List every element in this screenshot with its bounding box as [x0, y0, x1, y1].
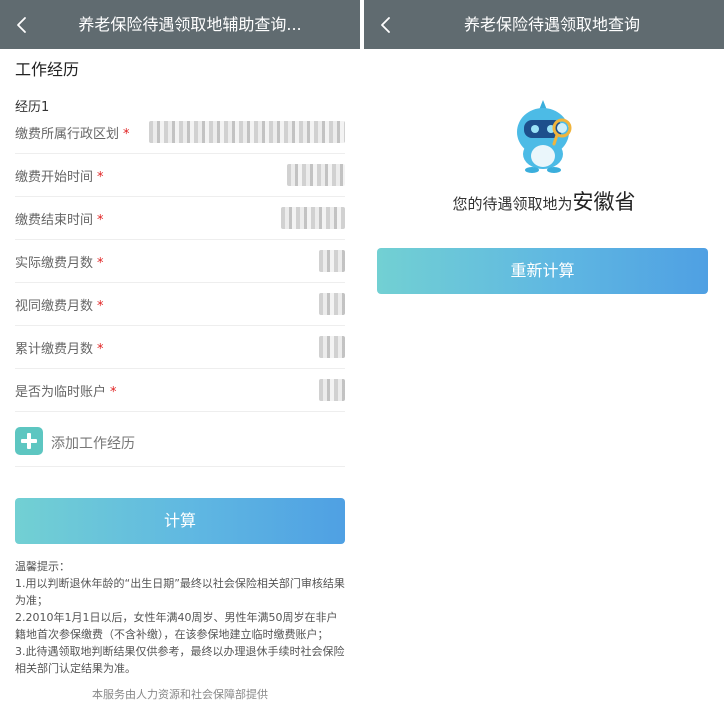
tip-item: 1.用以判断退休年龄的“出生日期”最终以社会保险相关部门审核结果为准；: [15, 577, 345, 607]
field-value-obscured: [319, 250, 345, 272]
recalculate-button[interactable]: 重新计算: [377, 248, 708, 294]
chevron-left-icon: [381, 17, 390, 33]
field-label: 缴费所属行政区划: [15, 127, 120, 142]
field-label: 是否为临时账户: [15, 385, 107, 400]
left-screen: 养老保险待遇领取地辅助查询... 工作经历 经历1 缴费所属行政区划 * 缴费开始…: [0, 0, 360, 728]
result-text: 您的待遇领取地为安徽省: [364, 186, 724, 216]
right-screen: 养老保险待遇领取地查询 您的待遇领取地为安徽省 重新计算: [364, 0, 724, 728]
result-province: 安徽省: [572, 190, 636, 214]
plus-square-icon: [15, 427, 43, 455]
field-deemed-months[interactable]: 视同缴费月数 *: [15, 283, 345, 326]
field-end-time[interactable]: 缴费结束时间 *: [15, 197, 345, 240]
tip-item: 2.2010年1月1日以后，女性年满40周岁、男性年满50周岁在非户籍地首次参保…: [15, 611, 338, 641]
left-header: 养老保险待遇领取地辅助查询...: [0, 0, 360, 49]
field-total-months[interactable]: 累计缴费月数 *: [15, 326, 345, 369]
tips-heading: 温馨提示：: [15, 560, 70, 573]
field-temp-account[interactable]: 是否为临时账户 *: [15, 369, 345, 412]
section-title: 工作经历: [15, 60, 80, 79]
result-prefix: 您的待遇领取地为: [452, 195, 573, 213]
required-mark: *: [97, 342, 104, 357]
field-label: 缴费开始时间: [15, 170, 94, 185]
field-value-obscured: [319, 293, 345, 315]
add-work-history-label: 添加工作经历: [51, 436, 135, 452]
add-work-history-button[interactable]: 添加工作经历: [15, 421, 345, 467]
field-admin-region[interactable]: 缴费所属行政区划 *: [15, 111, 345, 154]
page-title: 养老保险待遇领取地辅助查询...: [78, 15, 302, 34]
page-title: 养老保险待遇领取地查询: [463, 15, 640, 34]
calculate-button[interactable]: 计算: [15, 498, 345, 544]
field-value-obscured: [319, 379, 345, 401]
required-mark: *: [110, 385, 117, 400]
required-mark: *: [123, 127, 130, 142]
required-mark: *: [97, 299, 104, 314]
field-value-obscured: [149, 121, 345, 143]
field-label: 缴费结束时间: [15, 213, 94, 228]
back-button[interactable]: [6, 9, 38, 41]
field-label: 累计缴费月数: [15, 342, 94, 357]
field-value-obscured: [287, 164, 345, 186]
required-mark: *: [97, 213, 104, 228]
field-actual-months[interactable]: 实际缴费月数 *: [15, 240, 345, 283]
tips-box: 温馨提示： 1.用以判断退休年龄的“出生日期”最终以社会保险相关部门审核结果为准…: [15, 558, 347, 677]
field-label: 实际缴费月数: [15, 256, 94, 271]
service-provider-footer: 本服务由人力资源和社会保障部提供: [92, 688, 268, 701]
tip-item: 3.此待遇领取地判断结果仅供参考，最终以办理退休手续时社会保险相关部门认定结果为…: [15, 645, 345, 675]
field-value-obscured: [319, 336, 345, 358]
required-mark: *: [97, 170, 104, 185]
field-start-time[interactable]: 缴费开始时间 *: [15, 154, 345, 197]
back-button[interactable]: [370, 9, 402, 41]
chevron-left-icon: [17, 17, 26, 33]
required-mark: *: [97, 256, 104, 271]
mascot-illustration: [517, 100, 572, 173]
field-value-obscured: [281, 207, 345, 229]
right-header: 养老保险待遇领取地查询: [364, 0, 724, 49]
field-label: 视同缴费月数: [15, 299, 94, 314]
